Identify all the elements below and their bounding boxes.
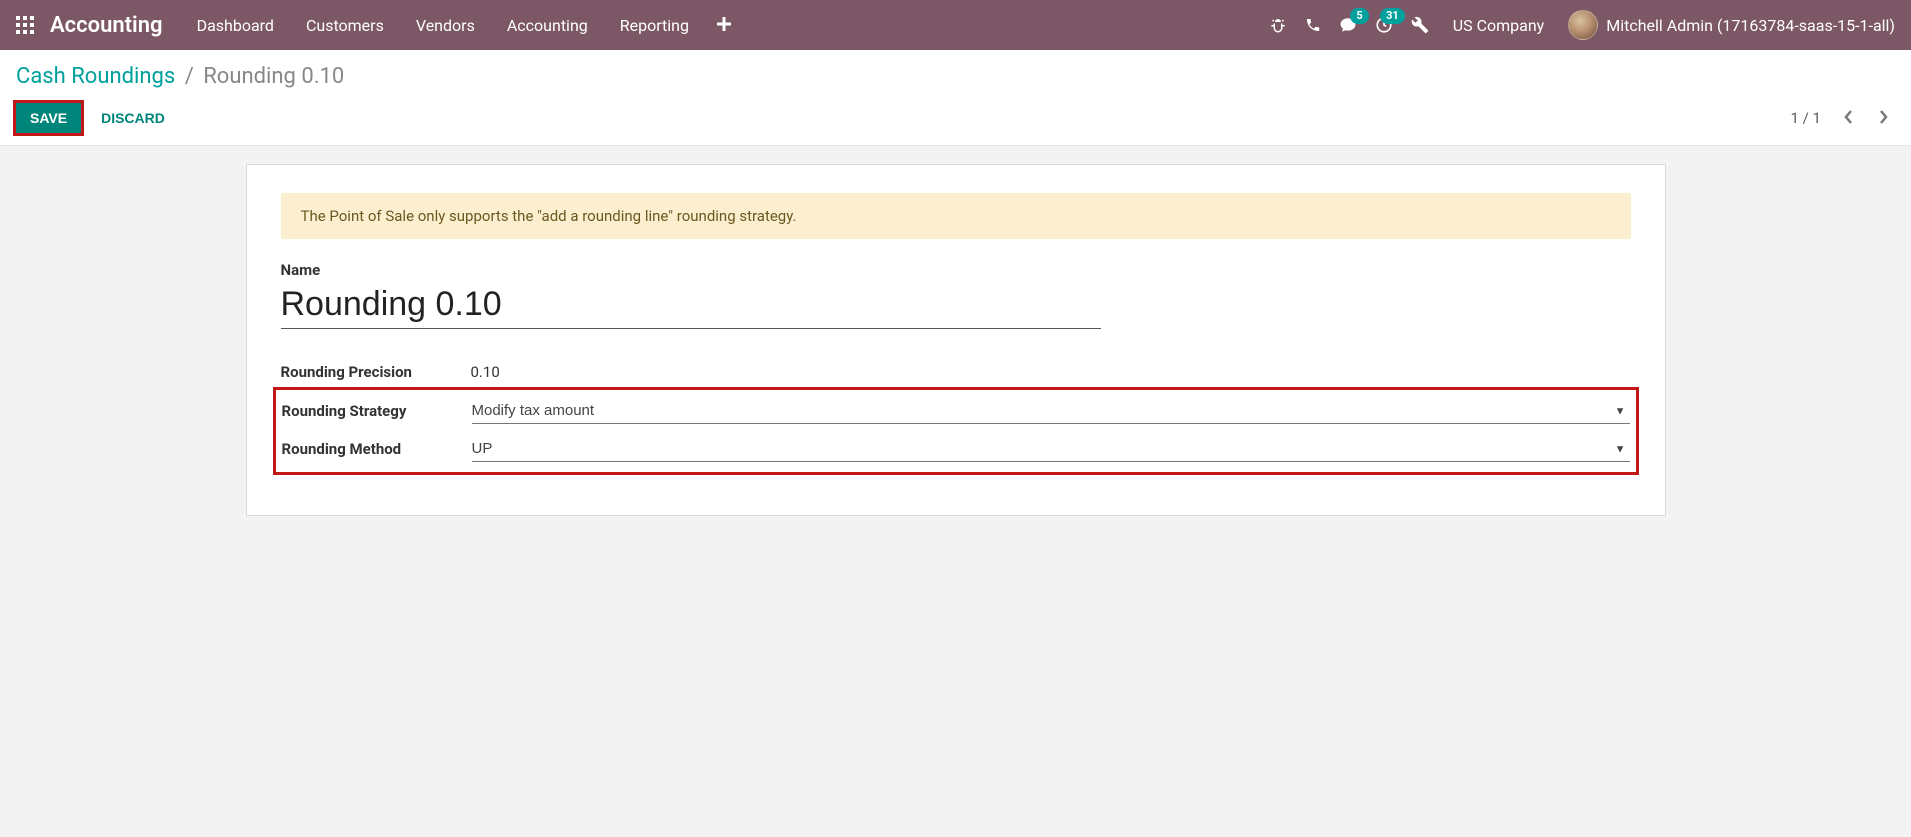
row-method: Rounding Method UP ▼	[282, 430, 1630, 468]
row-precision: Rounding Precision 0.10	[281, 357, 1631, 387]
debug-icon[interactable]	[1269, 16, 1287, 34]
precision-value[interactable]: 0.10	[471, 363, 500, 381]
pager-next-icon[interactable]	[1871, 104, 1895, 132]
breadcrumb-sep: /	[185, 64, 194, 89]
sheet-wrap: The Point of Sale only supports the "add…	[0, 146, 1911, 534]
row-strategy: Rounding Strategy Modify tax amount ▼	[282, 392, 1630, 430]
menu-reporting[interactable]: Reporting	[606, 8, 703, 43]
messages-badge: 5	[1350, 8, 1368, 24]
company-switcher[interactable]: US Company	[1447, 16, 1551, 35]
precision-label: Rounding Precision	[281, 363, 471, 381]
method-select[interactable]: UP	[472, 436, 1630, 462]
user-menu[interactable]: Mitchell Admin (17163784-saas-15-1-all)	[1568, 10, 1895, 40]
discard-button[interactable]: Discard	[95, 103, 171, 133]
strategy-select[interactable]: Modify tax amount	[472, 398, 1630, 424]
phone-icon[interactable]	[1305, 17, 1321, 33]
navbar-right: 5 31 US Company Mitchell Admin (17163784…	[1269, 10, 1895, 40]
breadcrumb-parent[interactable]: Cash Roundings	[16, 64, 175, 89]
menu-vendors[interactable]: Vendors	[402, 8, 489, 43]
app-brand[interactable]: Accounting	[50, 13, 163, 38]
name-input[interactable]	[281, 283, 1101, 329]
pager[interactable]: 1 / 1	[1791, 109, 1822, 127]
name-label: Name	[281, 261, 1631, 279]
navbar: Accounting Dashboard Customers Vendors A…	[0, 0, 1911, 50]
control-panel: Cash Roundings / Rounding 0.10 Save Disc…	[0, 50, 1911, 146]
form-sheet: The Point of Sale only supports the "add…	[246, 164, 1666, 516]
strategy-label: Rounding Strategy	[282, 402, 472, 420]
settings-icon[interactable]	[1411, 16, 1429, 34]
avatar	[1568, 10, 1598, 40]
menu-customers[interactable]: Customers	[292, 8, 398, 43]
breadcrumb-current: Rounding 0.10	[203, 64, 344, 89]
breadcrumb: Cash Roundings / Rounding 0.10	[16, 64, 1895, 89]
new-menu-icon[interactable]	[703, 8, 745, 43]
messages-icon[interactable]: 5	[1339, 16, 1357, 34]
pager-prev-icon[interactable]	[1837, 104, 1861, 132]
apps-icon[interactable]	[16, 16, 34, 34]
menu-accounting[interactable]: Accounting	[493, 8, 602, 43]
main-menu: Dashboard Customers Vendors Accounting R…	[183, 8, 703, 43]
activities-badge: 31	[1380, 8, 1405, 24]
menu-dashboard[interactable]: Dashboard	[183, 8, 288, 43]
highlighted-fields: Rounding Strategy Modify tax amount ▼ Ro…	[273, 387, 1639, 475]
activities-icon[interactable]: 31	[1375, 16, 1393, 34]
save-button[interactable]: Save	[16, 103, 81, 133]
user-name: Mitchell Admin (17163784-saas-15-1-all)	[1606, 16, 1895, 35]
warning-alert: The Point of Sale only supports the "add…	[281, 193, 1631, 239]
method-label: Rounding Method	[282, 440, 472, 458]
